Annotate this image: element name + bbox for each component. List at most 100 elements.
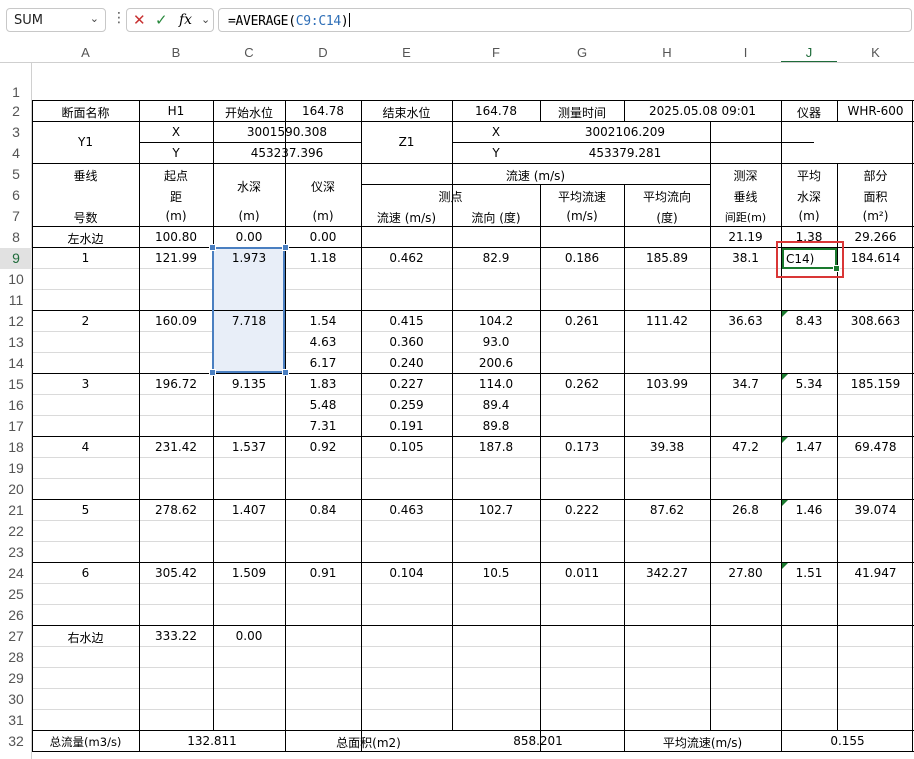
cell-a9[interactable]: 1 [32, 251, 139, 265]
cell-a3[interactable]: Y1 [32, 135, 139, 149]
cell-e2[interactable]: 结束水位 [361, 104, 452, 121]
cell-h2[interactable]: 2025.05.08 09:01 [624, 104, 781, 118]
cell-f3[interactable]: X [452, 125, 540, 139]
cell-i21[interactable]: 26.8 [710, 503, 781, 517]
cell-b8[interactable]: 100.80 [139, 230, 213, 244]
cell-a7[interactable]: 号数 [32, 209, 139, 226]
cell-c27[interactable]: 0.00 [213, 629, 285, 643]
cell-b2[interactable]: H1 [139, 104, 213, 118]
cell-j32[interactable]: 0.155 [781, 734, 914, 748]
cell-f13[interactable]: 93.0 [452, 335, 540, 349]
cell-j5[interactable]: 平均 [781, 167, 837, 184]
cell-f12[interactable]: 104.2 [452, 314, 540, 328]
cell-f24[interactable]: 10.5 [452, 566, 540, 580]
cell-e13[interactable]: 0.360 [361, 335, 452, 349]
cell-f21[interactable]: 102.7 [452, 503, 540, 517]
row-header[interactable]: 21 [0, 500, 32, 521]
range-handle[interactable] [282, 244, 289, 251]
chevron-down-icon[interactable]: ⌄ [90, 12, 99, 25]
cell-h24[interactable]: 342.27 [624, 566, 710, 580]
row-header[interactable]: 25 [0, 584, 32, 605]
cell-i15[interactable]: 34.7 [710, 377, 781, 391]
cell-i7[interactable]: 间距(m) [710, 209, 781, 225]
cell-k2[interactable]: WHR-600 [837, 104, 914, 118]
cell-g3[interactable]: 3002106.209 [540, 125, 710, 139]
row-header[interactable]: 14 [0, 353, 32, 374]
cell-k18[interactable]: 69.478 [837, 440, 914, 454]
column-header-g[interactable]: G [540, 42, 624, 63]
cell-a21[interactable]: 5 [32, 503, 139, 517]
cell-d17[interactable]: 7.31 [285, 419, 361, 433]
range-handle[interactable] [209, 369, 216, 376]
cell-f9[interactable]: 82.9 [452, 251, 540, 265]
cell-d6[interactable]: 仪深 [285, 178, 361, 195]
row-header[interactable]: 31 [0, 710, 32, 731]
row-header[interactable]: 2 [0, 101, 32, 122]
error-indicator-icon[interactable] [782, 563, 788, 569]
row-header[interactable]: 12 [0, 311, 32, 332]
column-header-f[interactable]: F [452, 42, 540, 63]
row-header[interactable]: 23 [0, 542, 32, 563]
formula-input[interactable]: =AVERAGE(C9:C14) [218, 8, 912, 32]
cell-i12[interactable]: 36.63 [710, 314, 781, 328]
row-header[interactable]: 26 [0, 605, 32, 626]
cell-k21[interactable]: 39.074 [837, 503, 914, 517]
cell-g6[interactable]: 平均流速 [540, 188, 624, 205]
cell-e7[interactable]: 流速 (m/s) [361, 209, 452, 226]
range-selection-border[interactable] [212, 247, 285, 373]
cell-h21[interactable]: 87.62 [624, 503, 710, 517]
cell-b9[interactable]: 121.99 [139, 251, 213, 265]
cell-h9[interactable]: 185.89 [624, 251, 710, 265]
cell-b6[interactable]: 距 [139, 188, 213, 205]
row-header[interactable]: 11 [0, 290, 32, 311]
cell-e9[interactable]: 0.462 [361, 251, 452, 265]
cell-d14[interactable]: 6.17 [285, 356, 361, 370]
row-header[interactable]: 17 [0, 416, 32, 437]
cell-f16[interactable]: 89.4 [452, 398, 540, 412]
cell-k7[interactable]: (m²) [837, 209, 914, 223]
error-indicator-icon[interactable] [782, 437, 788, 443]
row-header[interactable]: 19 [0, 458, 32, 479]
cell-f7[interactable]: 流向 (度) [452, 209, 540, 226]
cell-g9[interactable]: 0.186 [540, 251, 624, 265]
cell-k8[interactable]: 29.266 [837, 230, 914, 244]
cell-j18[interactable]: 1.47 [781, 440, 837, 454]
cell-h15[interactable]: 103.99 [624, 377, 710, 391]
cell-d15[interactable]: 1.83 [285, 377, 361, 391]
cell-d13[interactable]: 4.63 [285, 335, 361, 349]
cell-c21[interactable]: 1.407 [213, 503, 285, 517]
cell-g7[interactable]: (m/s) [540, 209, 624, 223]
cell-i24[interactable]: 27.80 [710, 566, 781, 580]
row-header[interactable]: 4 [0, 143, 32, 164]
cell-b3[interactable]: X [139, 125, 213, 139]
row-header[interactable]: 7 [0, 206, 32, 227]
cell-g4[interactable]: 453379.281 [540, 146, 710, 160]
cell-k9[interactable]: 184.614 [837, 251, 914, 265]
cell-d18[interactable]: 0.92 [285, 440, 361, 454]
cell-f2[interactable]: 164.78 [452, 104, 540, 118]
cell-h7[interactable]: (度) [624, 209, 710, 226]
cell-b12[interactable]: 160.09 [139, 314, 213, 328]
cell-f17[interactable]: 89.8 [452, 419, 540, 433]
cell-e15[interactable]: 0.227 [361, 377, 452, 391]
cell-d7[interactable]: (m) [285, 209, 361, 223]
cell-b27[interactable]: 333.22 [139, 629, 213, 643]
row-header[interactable]: 10 [0, 269, 32, 290]
column-header-j[interactable]: J [781, 42, 837, 63]
range-handle[interactable] [282, 369, 289, 376]
row-header[interactable]: 1 [0, 83, 32, 101]
cell-h12[interactable]: 111.42 [624, 314, 710, 328]
cell-e21[interactable]: 0.463 [361, 503, 452, 517]
cell-g24[interactable]: 0.011 [540, 566, 624, 580]
cell-g12[interactable]: 0.261 [540, 314, 624, 328]
column-header-k[interactable]: K [837, 42, 914, 63]
row-header[interactable]: 28 [0, 647, 32, 668]
cell-c18[interactable]: 1.537 [213, 440, 285, 454]
row-header[interactable]: 3 [0, 122, 32, 143]
cell-f15[interactable]: 114.0 [452, 377, 540, 391]
column-header-a[interactable]: A [32, 42, 139, 63]
cell-i8[interactable]: 21.19 [710, 230, 781, 244]
cell-c8[interactable]: 0.00 [213, 230, 285, 244]
cell-a18[interactable]: 4 [32, 440, 139, 454]
row-header[interactable]: 32 [0, 731, 32, 752]
